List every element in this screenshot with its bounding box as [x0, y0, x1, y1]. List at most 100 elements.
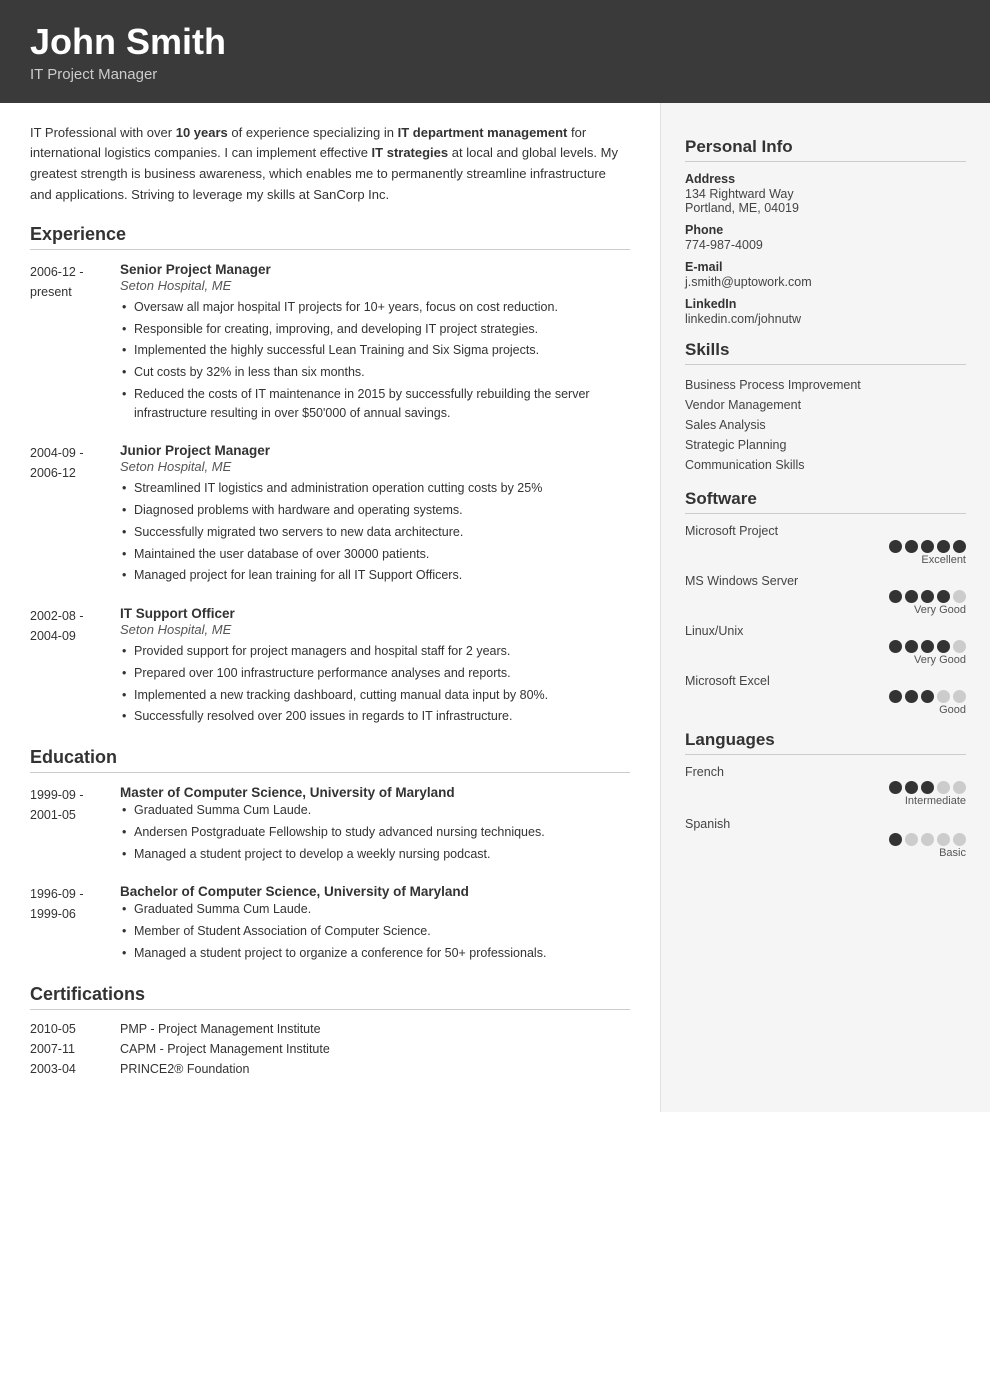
main-layout: IT Professional with over 10 years of ex… — [0, 103, 990, 1112]
dot-filled — [937, 640, 950, 653]
dot-filled — [905, 540, 918, 553]
skill-item: Vendor Management — [685, 395, 966, 415]
left-column: IT Professional with over 10 years of ex… — [0, 103, 660, 1112]
exp-job-title: Junior Project Manager — [120, 443, 630, 458]
exp-date: 2002-08 -2004-09 — [30, 606, 120, 729]
dot-filled — [889, 640, 902, 653]
personal-field-value: 774-987-4009 — [685, 238, 966, 252]
dot-empty — [953, 690, 966, 703]
dot-empty — [921, 833, 934, 846]
exp-bullet: Successfully migrated two servers to new… — [120, 523, 630, 542]
dot-empty — [905, 833, 918, 846]
dot-filled — [937, 540, 950, 553]
skills-list: Business Process ImprovementVendor Manag… — [685, 375, 966, 475]
certification-item: 2003-04PRINCE2® Foundation — [30, 1062, 630, 1076]
exp-bullet: Oversaw all major hospital IT projects f… — [120, 298, 630, 317]
software-title: Software — [685, 489, 966, 514]
language-dots — [685, 833, 966, 846]
software-item: Microsoft ProjectExcellent — [685, 524, 966, 566]
exp-company: Seton Hospital, ME — [120, 459, 630, 474]
edu-degree: Master of Computer Science, University o… — [120, 785, 630, 800]
edu-bullet: Managed a student project to organize a … — [120, 944, 630, 963]
software-dots — [685, 690, 966, 703]
software-item: MS Windows ServerVery Good — [685, 574, 966, 616]
dot-filled — [905, 640, 918, 653]
dot-empty — [937, 781, 950, 794]
dot-empty — [953, 590, 966, 603]
edu-content: Bachelor of Computer Science, University… — [120, 884, 630, 965]
languages-list: FrenchIntermediateSpanishBasic — [685, 765, 966, 859]
exp-bullets: Provided support for project managers an… — [120, 642, 630, 726]
cert-desc: PMP - Project Management Institute — [120, 1022, 321, 1036]
software-level: Very Good — [685, 654, 966, 666]
edu-date: 1999-09 -2001-05 — [30, 785, 120, 866]
dot-filled — [905, 781, 918, 794]
certifications-list: 2010-05PMP - Project Management Institut… — [30, 1022, 630, 1076]
skills-title: Skills — [685, 340, 966, 365]
exp-bullet: Managed project for lean training for al… — [120, 566, 630, 585]
dot-empty — [953, 781, 966, 794]
exp-company: Seton Hospital, ME — [120, 622, 630, 637]
language-dots — [685, 781, 966, 794]
education-section-title: Education — [30, 747, 630, 773]
software-item: Microsoft ExcelGood — [685, 674, 966, 716]
dot-filled — [889, 833, 902, 846]
exp-bullet: Successfully resolved over 200 issues in… — [120, 707, 630, 726]
exp-job-title: Senior Project Manager — [120, 262, 630, 277]
languages-title: Languages — [685, 730, 966, 755]
dot-filled — [889, 781, 902, 794]
exp-bullet: Responsible for creating, improving, and… — [120, 320, 630, 339]
personal-field-label: Address — [685, 172, 966, 186]
personal-field-value: j.smith@uptowork.com — [685, 275, 966, 289]
experience-list: 2006-12 -presentSenior Project ManagerSe… — [30, 262, 630, 729]
exp-bullets: Streamlined IT logistics and administrat… — [120, 479, 630, 585]
dot-filled — [953, 540, 966, 553]
dot-filled — [921, 590, 934, 603]
language-level: Intermediate — [685, 795, 966, 807]
software-dots — [685, 540, 966, 553]
software-level: Very Good — [685, 604, 966, 616]
skill-item: Communication Skills — [685, 455, 966, 475]
dot-filled — [921, 690, 934, 703]
experience-item: 2002-08 -2004-09IT Support OfficerSeton … — [30, 606, 630, 729]
summary-section: IT Professional with over 10 years of ex… — [30, 123, 630, 206]
exp-bullet: Provided support for project managers an… — [120, 642, 630, 661]
dot-filled — [905, 590, 918, 603]
experience-item: 2004-09 -2006-12Junior Project ManagerSe… — [30, 443, 630, 588]
language-name: French — [685, 765, 966, 779]
dot-filled — [937, 590, 950, 603]
exp-job-title: IT Support Officer — [120, 606, 630, 621]
edu-degree: Bachelor of Computer Science, University… — [120, 884, 630, 899]
edu-bullet: Managed a student project to develop a w… — [120, 845, 630, 864]
edu-content: Master of Computer Science, University o… — [120, 785, 630, 866]
header-section: John Smith IT Project Manager — [0, 0, 990, 103]
dot-filled — [921, 640, 934, 653]
edu-bullet: Graduated Summa Cum Laude. — [120, 801, 630, 820]
software-dots — [685, 590, 966, 603]
cert-desc: CAPM - Project Management Institute — [120, 1042, 330, 1056]
software-name: Microsoft Project — [685, 524, 966, 538]
personal-field-value: linkedin.com/johnutw — [685, 312, 966, 326]
personal-field-label: Phone — [685, 223, 966, 237]
exp-bullet: Diagnosed problems with hardware and ope… — [120, 501, 630, 520]
exp-bullet: Cut costs by 32% in less than six months… — [120, 363, 630, 382]
edu-bullet: Andersen Postgraduate Fellowship to stud… — [120, 823, 630, 842]
education-list: 1999-09 -2001-05Master of Computer Scien… — [30, 785, 630, 966]
dot-filled — [889, 690, 902, 703]
cert-date: 2010-05 — [30, 1022, 120, 1036]
skill-item: Strategic Planning — [685, 435, 966, 455]
experience-item: 2006-12 -presentSenior Project ManagerSe… — [30, 262, 630, 426]
dot-filled — [889, 590, 902, 603]
personal-info-title: Personal Info — [685, 137, 966, 162]
edu-bullet: Member of Student Association of Compute… — [120, 922, 630, 941]
dot-empty — [937, 690, 950, 703]
dot-filled — [905, 690, 918, 703]
dot-empty — [953, 640, 966, 653]
language-item: French Intermediate — [685, 765, 966, 807]
dot-empty — [953, 833, 966, 846]
personal-field-label: E-mail — [685, 260, 966, 274]
education-item: 1996-09 -1999-06Bachelor of Computer Sci… — [30, 884, 630, 965]
software-list: Microsoft ProjectExcellent MS Windows Ser… — [685, 524, 966, 716]
certification-item: 2007-11CAPM - Project Management Institu… — [30, 1042, 630, 1056]
exp-bullets: Oversaw all major hospital IT projects f… — [120, 298, 630, 423]
